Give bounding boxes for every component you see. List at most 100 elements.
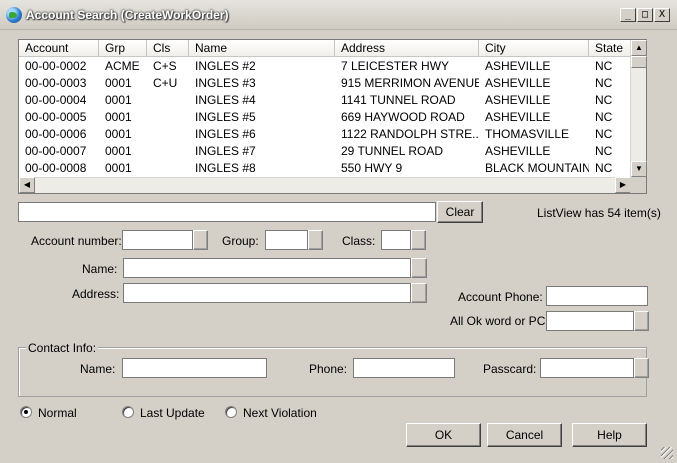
- column-header-city[interactable]: City: [479, 40, 589, 57]
- table-row[interactable]: 00-00-0003 0001 C+U INGLES #3 915 MERRIMON A…: [19, 75, 631, 92]
- cell-account: 00-00-0007: [25, 144, 87, 158]
- group-label: Group:: [222, 234, 259, 248]
- contact-phone-label: Phone:: [309, 362, 348, 376]
- column-header-cls[interactable]: Cls: [147, 40, 189, 57]
- horizontal-scrollbar[interactable]: ◀ ▶: [19, 177, 631, 193]
- minimize-button[interactable]: _: [620, 8, 636, 22]
- radio-next-violation[interactable]: [225, 406, 237, 418]
- all-ok-field[interactable]: [546, 311, 634, 331]
- table-row[interactable]: 00-00-0005 0001 INGLES #5 669 HAYWOOD ROAD A…: [19, 109, 631, 126]
- clear-button[interactable]: Clear: [437, 201, 483, 223]
- cell-account: 00-00-0002: [25, 59, 87, 73]
- cell-name: INGLES #4: [195, 93, 256, 107]
- class-label: Class:: [342, 234, 376, 248]
- cell-cls: [147, 126, 189, 143]
- cell-grp: 0001: [105, 127, 132, 141]
- cell-state: NC: [595, 161, 613, 175]
- name-field[interactable]: [123, 258, 411, 278]
- radio-normal[interactable]: [20, 406, 32, 418]
- vertical-scrollbar[interactable]: ▲ ▼: [630, 40, 647, 177]
- cell-name: INGLES #3: [195, 76, 256, 90]
- table-row[interactable]: 00-00-0004 0001 INGLES #4 1141 TUNNEL ROAD A…: [19, 92, 631, 109]
- radio-last-update-label[interactable]: Last Update: [140, 406, 205, 420]
- cell-name: INGLES #6: [195, 127, 256, 141]
- scroll-up-icon[interactable]: ▲: [631, 40, 647, 56]
- listview-count: ListView has 54 item(s): [537, 206, 661, 220]
- class-field[interactable]: [381, 230, 411, 250]
- cell-grp: 0001: [105, 76, 132, 90]
- cell-account: 00-00-0004: [25, 93, 87, 107]
- address-field[interactable]: [123, 283, 411, 303]
- cell-address: 915 MERRIMON AVENUE: [341, 76, 479, 90]
- contact-name-field[interactable]: [122, 358, 267, 378]
- column-header-account[interactable]: Account: [19, 40, 99, 57]
- radio-normal-label[interactable]: Normal: [38, 406, 77, 420]
- address-label: Address:: [72, 287, 120, 301]
- resize-grip-icon[interactable]: [661, 447, 673, 459]
- column-header-name[interactable]: Name: [189, 40, 335, 57]
- cell-grp: ACME: [105, 59, 140, 73]
- passcard-lookup-button[interactable]: [634, 358, 649, 378]
- cell-cls: C+U: [153, 76, 178, 90]
- cell-cls: [147, 143, 189, 160]
- cell-account: 00-00-0003: [25, 76, 87, 90]
- cell-address: 7 LEICESTER HWY: [341, 59, 450, 73]
- cell-name: INGLES #5: [195, 110, 256, 124]
- cell-grp: 0001: [105, 161, 132, 175]
- cell-city: ASHEVILLE: [485, 144, 551, 158]
- account-number-label: Account number:: [31, 234, 122, 248]
- scroll-right-icon[interactable]: ▶: [615, 177, 631, 193]
- name-lookup-button[interactable]: [411, 258, 427, 278]
- cell-state: NC: [595, 127, 613, 141]
- scroll-left-icon[interactable]: ◀: [19, 177, 35, 193]
- ok-button[interactable]: OK: [406, 423, 481, 447]
- contact-name-label: Name:: [80, 362, 116, 376]
- scroll-thumb[interactable]: [631, 56, 647, 68]
- cell-state: NC: [595, 59, 613, 73]
- passcard-field[interactable]: [540, 358, 634, 378]
- scroll-down-icon[interactable]: ▼: [631, 161, 647, 177]
- cell-city: ASHEVILLE: [485, 59, 551, 73]
- cell-city: ASHEVILLE: [485, 93, 551, 107]
- all-ok-lookup-button[interactable]: [634, 311, 649, 331]
- cancel-button[interactable]: Cancel: [487, 423, 562, 447]
- name-label: Name:: [82, 262, 118, 276]
- contact-phone-field[interactable]: [353, 358, 455, 378]
- cell-city: ASHEVILLE: [485, 110, 551, 124]
- passcard-label: Passcard:: [483, 362, 537, 376]
- maximize-button[interactable]: □: [637, 8, 653, 22]
- account-phone-field[interactable]: [546, 286, 648, 306]
- cell-cls: C+S: [153, 59, 177, 73]
- table-row[interactable]: 00-00-0006 0001 INGLES #6 1122 RANDOLPH STR…: [19, 126, 631, 143]
- contact-info-legend: Contact Info:: [26, 341, 99, 355]
- account-number-field[interactable]: [122, 230, 193, 250]
- cell-name: INGLES #8: [195, 161, 256, 175]
- close-button[interactable]: X: [654, 8, 670, 22]
- help-button[interactable]: Help: [572, 423, 647, 447]
- cell-account: 00-00-0005: [25, 110, 87, 124]
- radio-last-update[interactable]: [122, 406, 134, 418]
- cell-city: THOMASVILLE: [485, 127, 570, 141]
- cell-grp: 0001: [105, 110, 132, 124]
- column-header-grp[interactable]: Grp: [99, 40, 147, 57]
- filter-input[interactable]: [18, 202, 436, 222]
- group-lookup-button[interactable]: [308, 230, 323, 250]
- cell-city: ASHEVILLE: [485, 76, 551, 90]
- group-field[interactable]: [265, 230, 308, 250]
- account-phone-label: Account Phone:: [458, 290, 543, 304]
- radio-next-violation-label[interactable]: Next Violation: [243, 406, 317, 420]
- cell-cls: [147, 109, 189, 126]
- table-row[interactable]: 00-00-0002 ACME C+S INGLES #2 7 LEICESTER HW…: [19, 58, 631, 75]
- account-listview[interactable]: Account Grp Cls Name Address City State …: [18, 39, 647, 194]
- column-header-address[interactable]: Address: [335, 40, 479, 57]
- cell-address: 29 TUNNEL ROAD: [341, 144, 444, 158]
- cell-name: INGLES #7: [195, 144, 256, 158]
- class-lookup-button[interactable]: [411, 230, 426, 250]
- table-row[interactable]: 00-00-0007 0001 INGLES #7 29 TUNNEL ROAD ASH…: [19, 143, 631, 160]
- cell-state: NC: [595, 76, 613, 90]
- scroll-corner: [630, 177, 646, 193]
- table-row[interactable]: 00-00-0008 0001 INGLES #8 550 HWY 9 BLACK MO…: [19, 160, 631, 177]
- address-lookup-button[interactable]: [411, 283, 427, 303]
- account-number-lookup-button[interactable]: [193, 230, 208, 250]
- column-header-state[interactable]: State: [589, 40, 631, 57]
